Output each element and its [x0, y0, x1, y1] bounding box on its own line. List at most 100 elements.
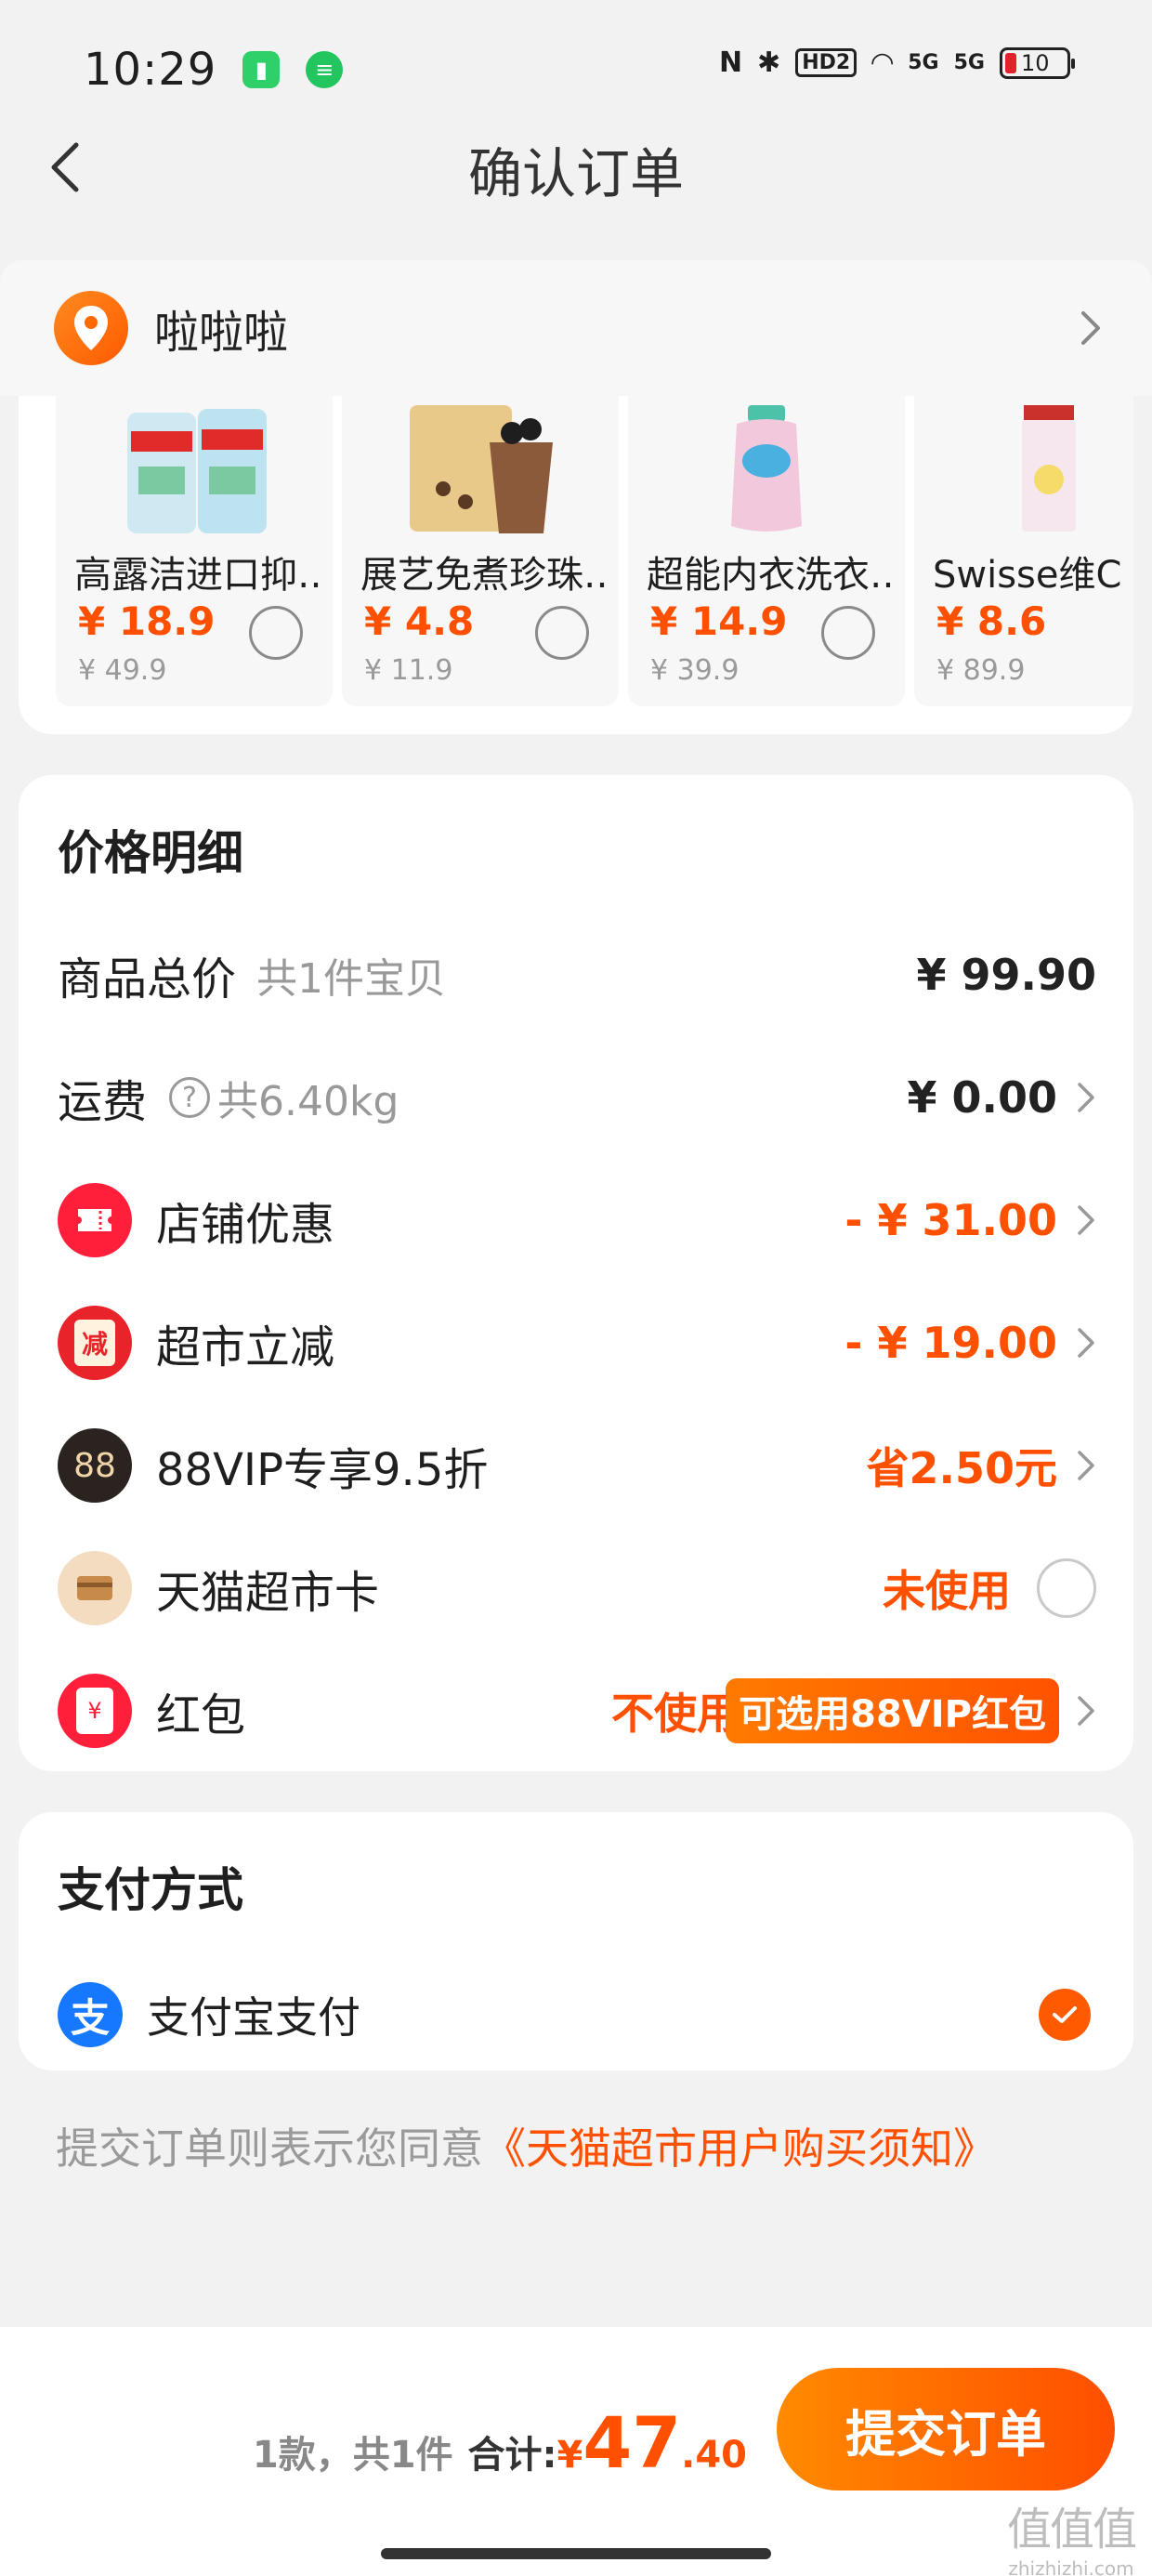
message-icon: ≡	[306, 51, 344, 88]
product-name: 展艺免煮珍珠…	[360, 554, 611, 597]
product-card[interactable]: 展艺免煮珍珠… ¥ 4.8 ¥ 11.9	[342, 396, 619, 706]
help-icon[interactable]: ?	[169, 1077, 211, 1118]
discount-icon: 减	[58, 1306, 132, 1380]
product-original-price: ¥ 11.9	[364, 654, 453, 687]
vip-discount-row[interactable]: 88 88VIP专享9.5折 省2.50元	[58, 1414, 1096, 1517]
goods-total-row: 商品总价 共1件宝贝 ¥ 99.90	[58, 924, 1096, 1026]
product-card[interactable]: Swisse维C ¥ 8.6 ¥ 89.9	[914, 396, 1133, 706]
payment-title: 支付方式	[58, 1863, 243, 1917]
agreement-link[interactable]: 《天猫超市用户购买须知》	[483, 2123, 996, 2174]
agreement-text: 提交订单则表示您同意《天猫超市用户购买须知》	[56, 2115, 996, 2176]
payment-card: 支付方式 支 支付宝支付	[19, 1812, 1133, 2070]
recommended-products: 高露洁进口抑… ¥ 18.9 ¥ 49.9 展艺免煮珍珠… ¥ 4.8 ¥ 11…	[19, 396, 1133, 734]
payment-method-label: 支付宝支付	[147, 1992, 360, 2043]
total-label: 合计:	[467, 2434, 557, 2477]
chevron-right-icon	[1078, 1328, 1094, 1358]
location-icon	[54, 291, 128, 365]
signal-icon: 5G	[908, 51, 939, 74]
address-name: 啦啦啦	[154, 307, 289, 359]
shipping-label: 运费	[58, 1076, 148, 1128]
item-count: 1款，共1件	[252, 2434, 453, 2477]
hd-icon: HD2	[795, 48, 857, 77]
vip-red-packet-badge[interactable]: 可选用88VIP红包	[726, 1678, 1059, 1743]
watermark-logo: 值值值	[1006, 2504, 1137, 2556]
product-image	[628, 396, 905, 535]
vip-discount-value: 省2.50元	[866, 1443, 1058, 1493]
red-packet-value: 不使用	[611, 1689, 740, 1739]
signal-icon: 5G	[953, 51, 985, 74]
price-details-card: 价格明细 商品总价 共1件宝贝 ¥ 99.90 运费 ? 共6.40kg ¥ 0…	[19, 775, 1133, 1771]
wifi-icon: ◠	[871, 46, 894, 79]
status-indicators: N ✱ HD2 ◠ 5G 5G 10	[718, 46, 1075, 79]
address-selector[interactable]: 啦啦啦	[0, 260, 1152, 396]
bluetooth-icon: ✱	[757, 46, 781, 79]
chevron-right-icon	[1081, 311, 1100, 345]
product-original-price: ¥ 39.9	[650, 654, 740, 687]
market-discount-label: 超市立减	[156, 1321, 335, 1373]
market-card-value: 未使用	[883, 1566, 1011, 1616]
product-select-radio[interactable]	[821, 606, 875, 660]
market-card-row[interactable]: 天猫超市卡 未使用	[58, 1537, 1096, 1639]
shipping-row[interactable]: 运费 ? 共6.40kg ¥ 0.00	[58, 1046, 1096, 1149]
shop-discount-label: 店铺优惠	[156, 1199, 335, 1251]
battery-icon: 10	[1000, 46, 1075, 79]
product-original-price: ¥ 89.9	[936, 654, 1026, 687]
battery-level: 10	[1021, 49, 1050, 76]
product-image	[342, 396, 619, 535]
vip-icon-text: 88	[73, 1446, 116, 1485]
alipay-option[interactable]: 支 支付宝支付	[58, 1978, 1091, 2052]
total-integer: 47	[583, 2401, 682, 2484]
product-image	[914, 396, 1133, 535]
alipay-icon: 支	[58, 1982, 123, 2047]
nfc-icon: N	[718, 46, 743, 79]
product-original-price: ¥ 49.9	[78, 654, 167, 687]
market-discount-value: - ¥ 19.00	[844, 1318, 1057, 1368]
red-packet-label: 红包	[156, 1689, 246, 1741]
market-card-radio[interactable]	[1037, 1558, 1096, 1618]
goods-count: 共1件宝贝	[256, 955, 447, 1003]
submit-order-button[interactable]: 提交订单	[777, 2368, 1115, 2491]
red-packet-icon-text: ¥	[76, 1688, 113, 1734]
shop-discount-row[interactable]: 店铺优惠 - ¥ 31.00	[58, 1169, 1096, 1271]
check-icon[interactable]	[1039, 1989, 1091, 2041]
total-currency: ¥	[556, 2434, 583, 2477]
coupon-icon	[58, 1183, 132, 1257]
nav-bar: 确认订单	[0, 121, 1152, 214]
battery-saver-icon: ▮	[242, 51, 281, 88]
goods-total-label: 商品总价	[58, 953, 237, 1005]
red-packet-icon: ¥	[58, 1674, 132, 1748]
card-icon	[58, 1551, 132, 1625]
total-decimal: .40	[681, 2434, 747, 2477]
vip-icon: 88	[58, 1428, 132, 1503]
product-name: 高露洁进口抑…	[74, 554, 325, 597]
product-price: ¥ 8.6	[936, 598, 1047, 644]
product-name: 超能内衣洗衣…	[647, 554, 897, 597]
discount-icon-text: 减	[74, 1320, 115, 1366]
goods-total-value: ¥ 99.90	[916, 950, 1096, 1000]
product-price: ¥ 18.9	[78, 598, 216, 644]
product-select-radio[interactable]	[535, 606, 589, 660]
home-indicator[interactable]	[381, 2548, 771, 2559]
product-select-radio[interactable]	[249, 606, 303, 660]
price-details-title: 价格明细	[58, 826, 243, 880]
vip-discount-label: 88VIP专享9.5折	[156, 1444, 489, 1496]
market-discount-row[interactable]: 减 超市立减 - ¥ 19.00	[58, 1292, 1096, 1394]
bottom-bar: 1款，共1件 合计: ¥ 47 .40 提交订单 值值值 zhizhizhi.c…	[0, 2327, 1152, 2576]
shipping-value: ¥ 0.00	[907, 1072, 1057, 1123]
status-bar: 10:29 ▮ ≡ N ✱ HD2 ◠ 5G 5G 10	[0, 0, 1152, 139]
page-title: 确认订单	[467, 142, 684, 205]
market-card-label: 天猫超市卡	[156, 1567, 380, 1619]
product-name: Swisse维C	[933, 554, 1122, 597]
shipping-weight: 共6.40kg	[217, 1078, 399, 1125]
chevron-right-icon	[1078, 1083, 1094, 1112]
product-list[interactable]: 高露洁进口抑… ¥ 18.9 ¥ 49.9 展艺免煮珍珠… ¥ 4.8 ¥ 11…	[56, 396, 1133, 706]
product-card[interactable]: 高露洁进口抑… ¥ 18.9 ¥ 49.9	[56, 396, 333, 706]
red-packet-row[interactable]: ¥ 红包 不使用 可选用88VIP红包	[58, 1660, 1096, 1762]
product-price: ¥ 4.8	[364, 598, 475, 644]
product-card[interactable]: 超能内衣洗衣… ¥ 14.9 ¥ 39.9	[628, 396, 905, 706]
watermark: 值值值 zhizhizhi.com	[1006, 2492, 1137, 2576]
status-time: 10:29	[84, 44, 217, 96]
chevron-right-icon	[1078, 1696, 1094, 1726]
product-image	[56, 396, 333, 535]
order-summary: 1款，共1件 合计: ¥ 47 .40	[253, 2401, 747, 2484]
